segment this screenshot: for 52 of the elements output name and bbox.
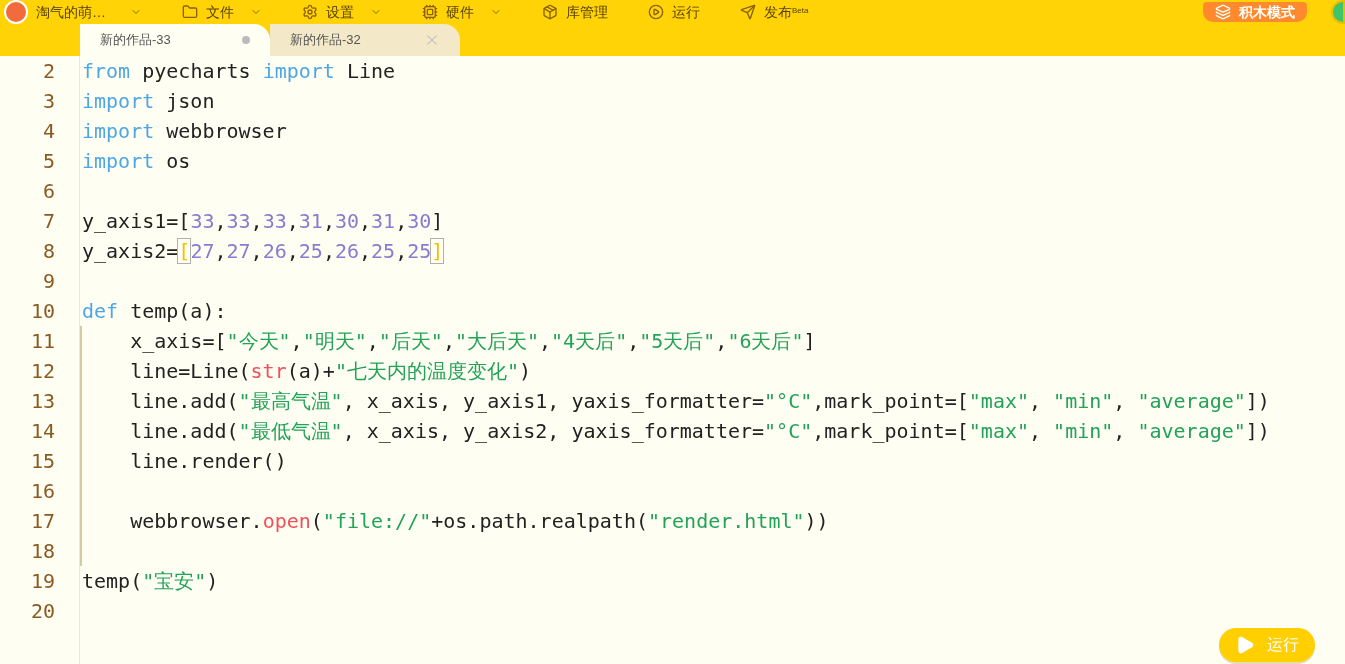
menu-item[interactable]: 文件 xyxy=(182,1,262,23)
user-name[interactable]: 淘气的萌… xyxy=(36,1,106,23)
code-line: y_axis2=[27,27,26,25,26,25,25] xyxy=(82,238,444,265)
menu-item[interactable]: 发布$^{Beta}$ xyxy=(740,1,809,23)
line-number: 10 xyxy=(30,298,55,325)
code-line: x_axis=["今天","明天","后天","大后天","4天后","5天后","6天后"] xyxy=(129,328,816,355)
line-number: 4 xyxy=(42,118,55,145)
line-number: 14 xyxy=(30,418,55,445)
code-line: line=Line(str(a)+"七天内的温度变化") xyxy=(129,358,531,385)
line-number: 13 xyxy=(30,388,55,415)
play-icon xyxy=(1235,635,1255,655)
line-number: 12 xyxy=(30,358,55,385)
chip-icon xyxy=(422,4,438,20)
menu-item[interactable]: 运行 xyxy=(648,1,700,23)
code-line: line.add("最低气温", x_axis, y_axis2, yaxis_formatter="°C",mark_point=["max", "min", "average"]) xyxy=(129,418,1270,445)
line-number: 6 xyxy=(42,178,55,205)
status-badge xyxy=(1331,0,1345,24)
line-number: 9 xyxy=(42,268,55,295)
folder-icon xyxy=(182,4,198,20)
line-number: 3 xyxy=(42,88,55,115)
menu-item[interactable]: 设置 xyxy=(302,1,382,23)
line-number: 15 xyxy=(30,448,55,475)
blocks-icon xyxy=(1215,4,1231,20)
line-number: 20 xyxy=(30,598,55,625)
line-number: 17 xyxy=(30,508,55,535)
code-line: line.render() xyxy=(129,448,287,475)
line-number: 5 xyxy=(42,148,55,175)
code-line: import json xyxy=(82,88,215,115)
line-number: 19 xyxy=(30,568,55,595)
code-line: import webbrowser xyxy=(82,118,287,145)
send-icon xyxy=(740,4,756,20)
line-number: 18 xyxy=(30,538,55,565)
line-number: 8 xyxy=(42,238,55,265)
editor-tab[interactable]: 新的作品-32 xyxy=(270,24,460,56)
menu-item[interactable]: 库管理 xyxy=(542,1,608,23)
line-number: 2 xyxy=(42,58,55,85)
settings-icon xyxy=(302,4,318,20)
code-line: import os xyxy=(82,148,191,175)
editor-tab[interactable]: 新的作品-33 xyxy=(80,24,270,56)
code-line: y_axis1=[33,33,33,31,30,31,30] xyxy=(82,208,444,235)
package-icon xyxy=(542,4,558,20)
avatar[interactable] xyxy=(4,0,28,24)
line-number: 7 xyxy=(42,208,55,235)
code-line: line.add("最高气温", x_axis, y_axis1, yaxis_formatter="°C",mark_point=["max", "min", "average"]) xyxy=(129,388,1270,415)
line-number: 11 xyxy=(30,328,55,355)
play-icon xyxy=(648,4,664,20)
code-line: from pyecharts import Line xyxy=(82,58,396,85)
code-line: temp("宝安") xyxy=(82,568,219,595)
line-number: 16 xyxy=(30,478,55,505)
code-line: def temp(a): xyxy=(82,298,227,325)
menu-item[interactable]: 硬件 xyxy=(422,1,502,23)
code-line: webbrowser.open("file://"+os.path.realpath("render.html")) xyxy=(129,508,829,535)
